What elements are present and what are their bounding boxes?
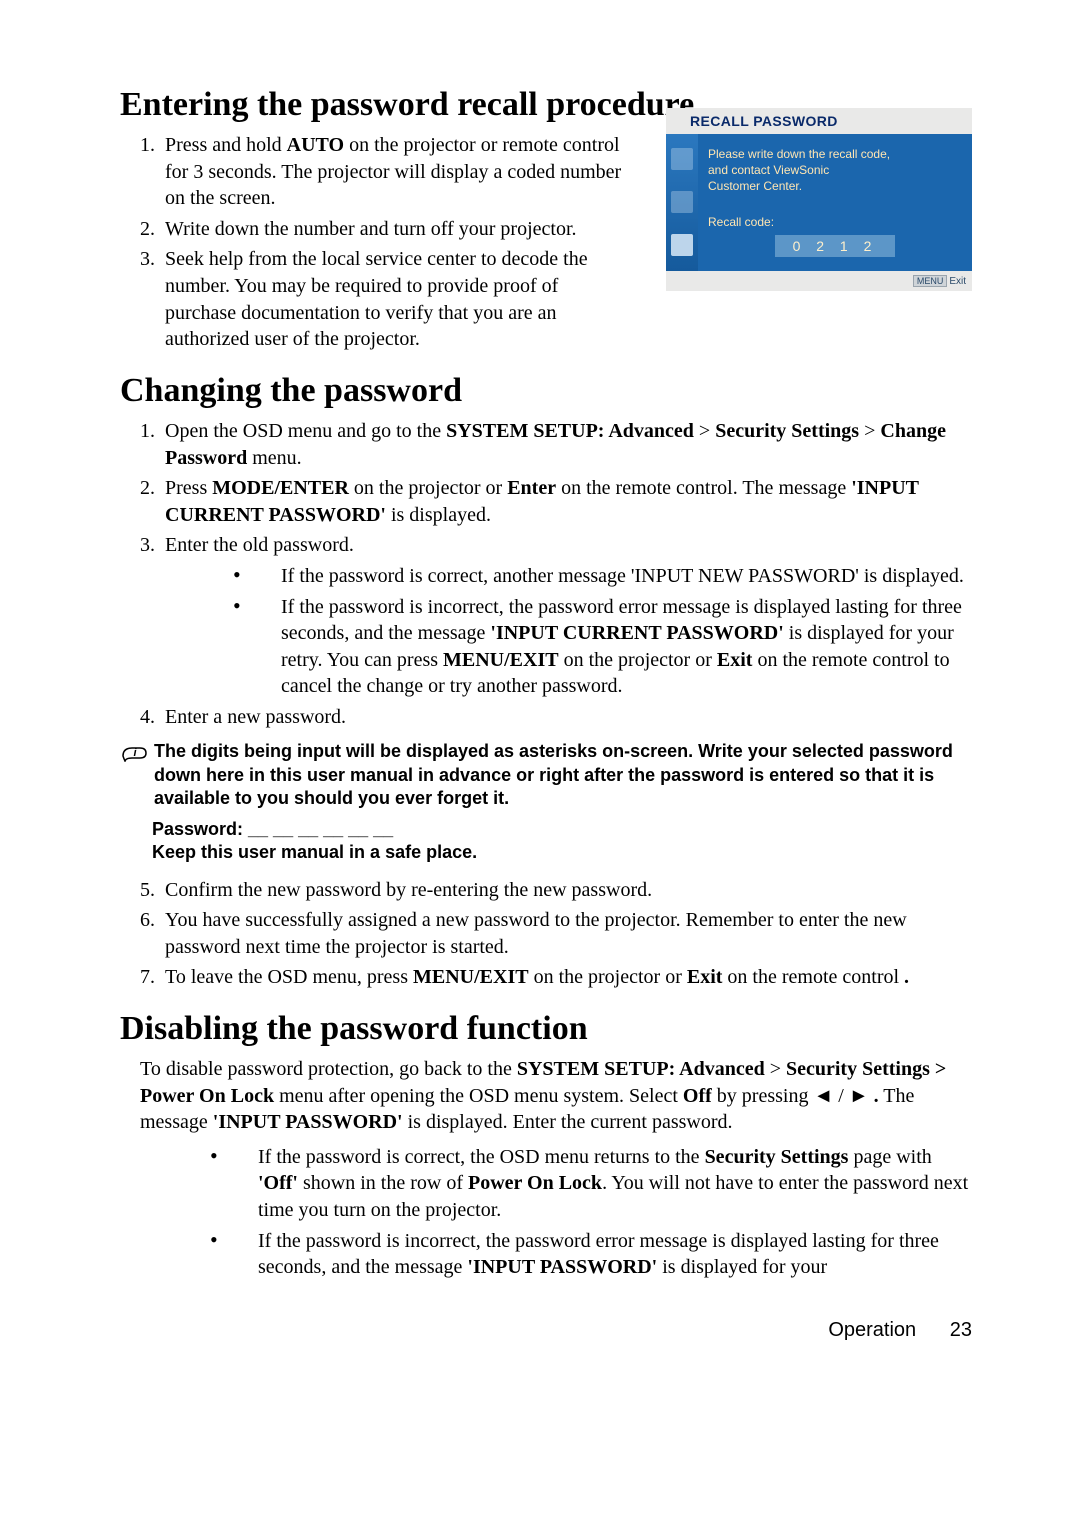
list-item: 4. Enter a new password. [120,704,972,731]
recall-password-osd: RECALL PASSWORD Please write down the re… [666,108,972,291]
list-item: 7. To leave the OSD menu, press MENU/EXI… [120,964,972,991]
section-title-changing: Changing the password [120,371,972,410]
list-item: • If the password is correct, another me… [233,563,972,590]
note-icon: i [120,740,148,810]
section-title-disabling: Disabling the password function [120,1009,972,1048]
osd-tab-icon [671,191,693,213]
changing-password-list: 1. Open the OSD menu and go to the SYSTE… [120,418,972,559]
osd-sidebar [666,134,698,271]
osd-title: RECALL PASSWORD [666,108,972,134]
changing-password-list-4: 4. Enter a new password. [120,704,972,731]
note-block: i The digits being input will be display… [120,740,972,810]
svg-text:i: i [133,747,137,759]
osd-menu-button: MENU [913,275,948,287]
bullet-icon: • [233,563,281,590]
keep-manual-note: Keep this user manual in a safe place. [152,842,972,863]
bullet-icon: • [210,1228,258,1281]
list-item: 6. You have successfully assigned a new … [120,907,972,960]
list-item: • If the password is incorrect, the pass… [233,594,972,700]
osd-recall-code: 0 2 1 2 [775,235,895,257]
list-item: 5. Confirm the new password by re-enteri… [120,877,972,904]
page-footer: Operation 23 [120,1319,972,1342]
note-text: The digits being input will be displayed… [154,740,972,810]
disabling-bullets: • If the password is correct, the OSD me… [120,1144,972,1281]
changing-sub-bullets: • If the password is correct, another me… [185,563,972,700]
osd-footer: MENUExit [666,271,972,291]
list-item: 1. Open the OSD menu and go to the SYSTE… [120,418,972,471]
osd-message: Please write down the recall code, and c… [708,146,962,195]
password-blank-line: Password: __ __ __ __ __ __ [152,819,972,840]
disabling-paragraph: To disable password protection, go back … [140,1056,972,1136]
osd-tab-icon [671,148,693,170]
list-item: 3. Enter the old password. [120,532,972,559]
osd-body: Please write down the recall code, and c… [666,134,972,271]
footer-section-label: Operation [828,1319,916,1341]
changing-password-list-567: 5. Confirm the new password by re-enteri… [120,877,972,991]
list-item: • If the password is incorrect, the pass… [210,1228,972,1281]
page-number: 23 [950,1319,972,1341]
bullet-icon: • [210,1144,258,1224]
osd-recall-label: Recall code: [708,215,962,229]
bullet-icon: • [233,594,281,700]
list-item: 2. Press MODE/ENTER on the projector or … [120,475,972,528]
osd-tab-icon [671,234,693,256]
list-item: • If the password is correct, the OSD me… [210,1144,972,1224]
